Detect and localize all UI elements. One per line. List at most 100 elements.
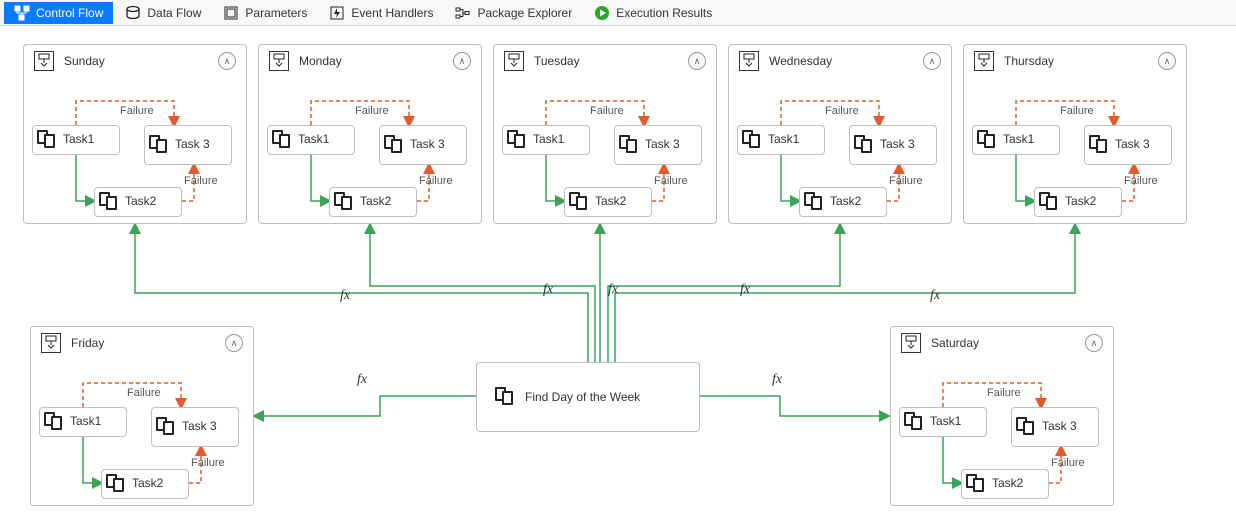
- container-thursday[interactable]: Thursday ∧ Failure Failure Task1 Task 3 …: [963, 44, 1187, 224]
- task-1[interactable]: Task1: [39, 407, 127, 437]
- container-title: Wednesday: [769, 54, 913, 68]
- sequence-container-icon: [41, 333, 61, 353]
- constraint-label-failure: Failure: [654, 175, 688, 187]
- collapse-button[interactable]: ∧: [923, 52, 941, 70]
- task-label: Task2: [595, 195, 626, 208]
- tab-parameters[interactable]: Parameters: [213, 2, 317, 24]
- task-2[interactable]: Task2: [329, 187, 417, 217]
- task-find-day-of-week[interactable]: Find Day of the Week: [476, 362, 700, 432]
- sql-task-icon: [966, 474, 986, 494]
- task-label: Task 3: [175, 138, 210, 151]
- sql-task-icon: [37, 130, 57, 150]
- constraint-label-failure: Failure: [825, 105, 859, 117]
- tab-label: Execution Results: [616, 6, 712, 20]
- tab-label: Event Handlers: [351, 6, 433, 20]
- task-3[interactable]: Task 3: [379, 125, 467, 165]
- task-2[interactable]: Task2: [1034, 187, 1122, 217]
- container-body: Failure Failure Task1 Task 3 Task2: [964, 75, 1186, 223]
- design-canvas[interactable]: fx fx fx fx fx fx fx Find Day of the Wee…: [0, 26, 1236, 529]
- tab-execution-results[interactable]: Execution Results: [584, 2, 722, 24]
- constraint-label-failure: Failure: [1124, 175, 1158, 187]
- task-1[interactable]: Task1: [502, 125, 590, 155]
- container-sunday[interactable]: Sunday ∧ Failure Failure Task1 Task 3 Ta…: [23, 44, 247, 224]
- task-label: Find Day of the Week: [525, 390, 640, 404]
- container-tuesday[interactable]: Tuesday ∧ Failure Failure Task1 Task 3 T…: [493, 44, 717, 224]
- collapse-button[interactable]: ∧: [1158, 52, 1176, 70]
- constraint-label-failure: Failure: [127, 387, 161, 399]
- collapse-button[interactable]: ∧: [218, 52, 236, 70]
- collapse-button[interactable]: ∧: [688, 52, 706, 70]
- task-3[interactable]: Task 3: [1011, 407, 1099, 447]
- data-flow-icon: [125, 5, 141, 21]
- constraint-label-failure: Failure: [191, 457, 225, 469]
- sql-task-icon: [99, 192, 119, 212]
- container-body: Failure Failure Task1 Task 3 Task2: [24, 75, 246, 223]
- container-saturday[interactable]: Saturday ∧ Failure Failure Task1 Task 3 …: [890, 326, 1114, 506]
- task-3[interactable]: Task 3: [614, 125, 702, 165]
- container-title: Friday: [71, 336, 215, 350]
- fx-label: fx: [543, 282, 553, 298]
- sql-task-icon: [1039, 192, 1059, 212]
- collapse-button[interactable]: ∧: [453, 52, 471, 70]
- task-label: Task 3: [645, 138, 680, 151]
- sql-task-icon: [904, 412, 924, 432]
- container-wednesday[interactable]: Wednesday ∧ Failure Failure Task1 Task 3…: [728, 44, 952, 224]
- task-label: Task 3: [182, 420, 217, 433]
- sql-task-icon: [149, 135, 169, 155]
- tab-data-flow[interactable]: Data Flow: [115, 2, 211, 24]
- task-2[interactable]: Task2: [799, 187, 887, 217]
- task-2[interactable]: Task2: [101, 469, 189, 499]
- task-label: Task2: [125, 195, 156, 208]
- task-1[interactable]: Task1: [899, 407, 987, 437]
- constraint-label-failure: Failure: [184, 175, 218, 187]
- task-2[interactable]: Task2: [564, 187, 652, 217]
- constraint-label-failure: Failure: [987, 387, 1021, 399]
- toolbar: Control Flow Data Flow Parameters Event …: [0, 0, 1236, 26]
- fx-label: fx: [340, 288, 350, 304]
- sql-task-icon: [44, 412, 64, 432]
- constraint-label-failure: Failure: [1060, 105, 1094, 117]
- sequence-container-icon: [901, 333, 921, 353]
- container-body: Failure Failure Task1 Task 3 Task2: [494, 75, 716, 223]
- task-2[interactable]: Task2: [94, 187, 182, 217]
- task-3[interactable]: Task 3: [151, 407, 239, 447]
- task-1[interactable]: Task1: [972, 125, 1060, 155]
- task-label: Task2: [830, 195, 861, 208]
- task-3[interactable]: Task 3: [144, 125, 232, 165]
- task-label: Task2: [360, 195, 391, 208]
- task-3[interactable]: Task 3: [1084, 125, 1172, 165]
- task-label: Task1: [1003, 133, 1034, 146]
- task-label: Task2: [1065, 195, 1096, 208]
- task-1[interactable]: Task1: [32, 125, 120, 155]
- task-label: Task 3: [410, 138, 445, 151]
- sequence-container-icon: [269, 51, 289, 71]
- container-title: Sunday: [64, 54, 208, 68]
- tab-package-explorer[interactable]: Package Explorer: [445, 2, 582, 24]
- container-monday[interactable]: Monday ∧ Failure Failure Task1 Task 3 Ta…: [258, 44, 482, 224]
- collapse-button[interactable]: ∧: [225, 334, 243, 352]
- tab-control-flow[interactable]: Control Flow: [4, 2, 113, 24]
- task-label: Task 3: [880, 138, 915, 151]
- container-body: Failure Failure Task1 Task 3 Task2: [259, 75, 481, 223]
- container-body: Failure Failure Task1 Task 3 Task2: [891, 357, 1113, 505]
- constraint-label-failure: Failure: [590, 105, 624, 117]
- container-friday[interactable]: Friday ∧ Failure Failure Task1 Task 3 Ta…: [30, 326, 254, 506]
- task-1[interactable]: Task1: [737, 125, 825, 155]
- sequence-container-icon: [504, 51, 524, 71]
- collapse-button[interactable]: ∧: [1085, 334, 1103, 352]
- task-2[interactable]: Task2: [961, 469, 1049, 499]
- package-explorer-icon: [455, 5, 471, 21]
- constraint-label-failure: Failure: [1051, 457, 1085, 469]
- sequence-container-icon: [739, 51, 759, 71]
- task-3[interactable]: Task 3: [849, 125, 937, 165]
- sql-task-icon: [1016, 417, 1036, 437]
- sql-task-icon: [854, 135, 874, 155]
- container-title: Saturday: [931, 336, 1075, 350]
- fx-label: fx: [740, 282, 750, 298]
- task-label: Task1: [768, 133, 799, 146]
- task-1[interactable]: Task1: [267, 125, 355, 155]
- tab-label: Data Flow: [147, 6, 201, 20]
- fx-label: fx: [930, 288, 940, 304]
- tab-event-handlers[interactable]: Event Handlers: [319, 2, 443, 24]
- task-label: Task1: [930, 415, 961, 428]
